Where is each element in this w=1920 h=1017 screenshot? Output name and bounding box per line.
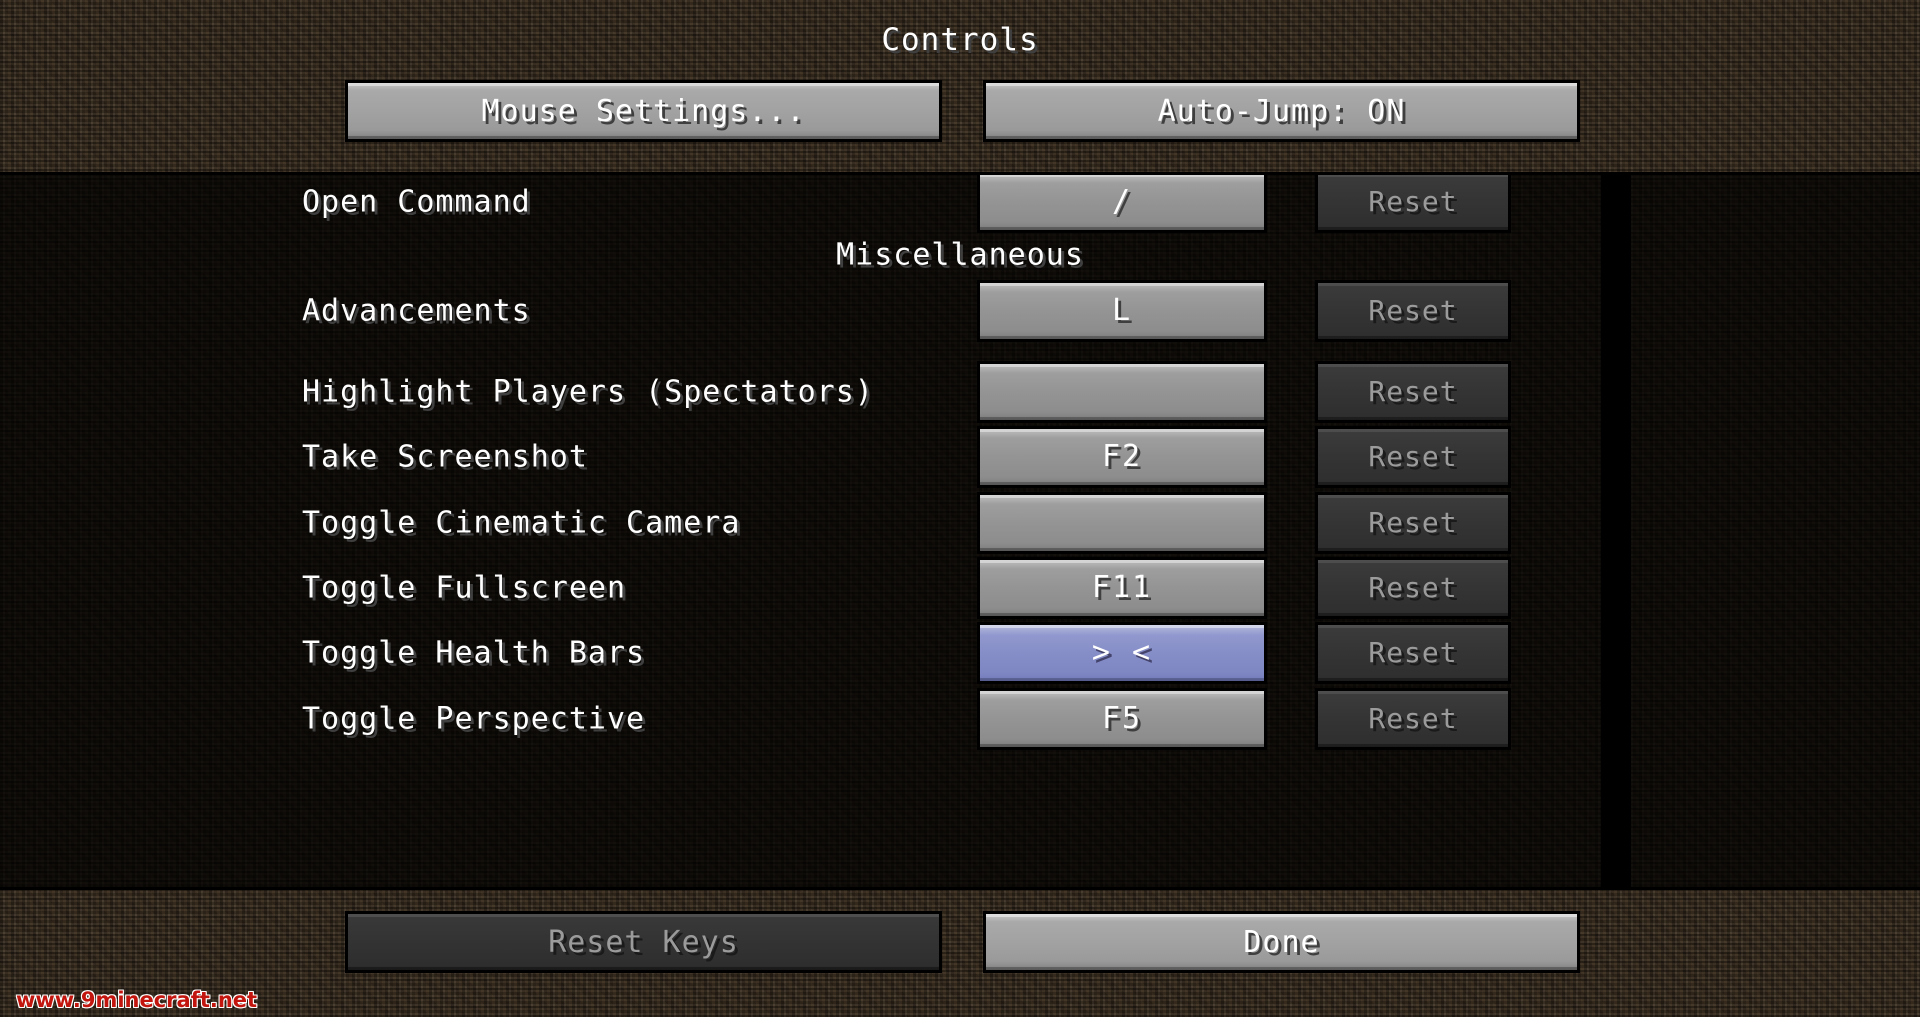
keybinding-label: Toggle Fullscreen [302,570,627,605]
done-button[interactable]: Done [983,911,1580,973]
keybinding-reset-button[interactable]: Reset [1315,360,1511,423]
keybinding-reset-button[interactable]: Reset [1315,175,1511,233]
page-title: Controls [881,22,1039,58]
keybinding-reset-button[interactable]: Reset [1315,425,1511,488]
keybinding-key-button[interactable]: F11 [977,556,1267,619]
keybinding-key-button[interactable]: / [977,175,1267,233]
site-watermark: www.9minecraft.net [16,988,258,1012]
keybinding-key-button[interactable]: F5 [977,687,1267,750]
keybinding-label: Toggle Health Bars [302,635,646,670]
keybinding-label: Advancements [302,293,531,328]
keybinding-row: Advancements L Reset [0,270,1920,351]
keybinding-key-button[interactable]: L [977,279,1267,342]
keybinding-row: Toggle Perspective F5 Reset [0,678,1920,759]
keybinding-key-button[interactable]: > < [977,621,1267,684]
keybinding-reset-button[interactable]: Reset [1315,556,1511,619]
keybinding-label: Open Command [302,184,531,219]
keybinding-label: Highlight Players (Spectators) [302,374,874,409]
keybinding-key-button[interactable] [977,360,1267,423]
minecraft-controls-screen: Controls Mouse Settings... Auto-Jump: ON… [0,0,1920,1017]
keybinding-key-button[interactable]: F2 [977,425,1267,488]
keybinding-label: Toggle Perspective [302,701,646,736]
auto-jump-toggle-button[interactable]: Auto-Jump: ON [983,80,1580,142]
keybinding-list[interactable]: Open Command / Reset Miscellaneous Advanceme… [0,172,1920,890]
category-header-label: Miscellaneous [836,237,1084,273]
keybinding-reset-button[interactable]: Reset [1315,491,1511,554]
keybinding-label: Toggle Cinematic Camera [302,505,741,540]
keybinding-reset-button[interactable]: Reset [1315,621,1511,684]
scrollbar-track[interactable] [1601,172,1631,890]
keybinding-reset-button[interactable]: Reset [1315,279,1511,342]
keybinding-reset-button[interactable]: Reset [1315,687,1511,750]
keybinding-key-button[interactable] [977,491,1267,554]
keybinding-label: Take Screenshot [302,439,588,474]
keybinding-list-inner: Open Command / Reset Miscellaneous Advanceme… [0,175,1920,887]
reset-keys-button[interactable]: Reset Keys [345,911,942,973]
mouse-settings-button[interactable]: Mouse Settings... [345,80,942,142]
